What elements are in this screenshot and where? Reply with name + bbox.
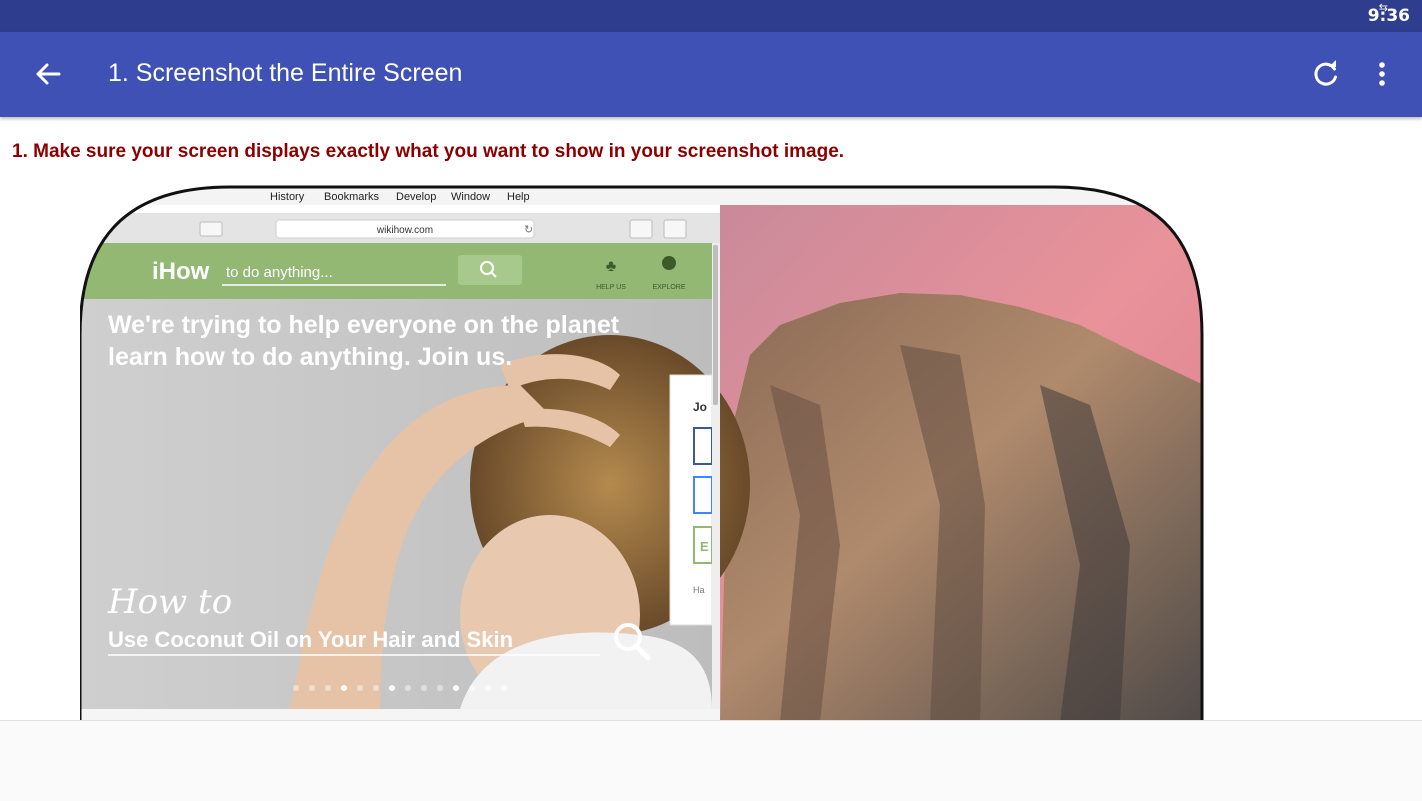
menu-bar-help: Help	[507, 191, 530, 203]
step-illustration: History Bookmarks Develop Window Help wi…	[80, 185, 1204, 722]
carousel-dot	[341, 685, 347, 691]
browser-tabs-icon	[663, 219, 687, 239]
status-bar: ⇆ 9:36	[0, 0, 1422, 32]
carousel-dot	[485, 685, 491, 691]
carousel-dot	[453, 685, 459, 691]
popup-heading: Jo	[693, 400, 707, 414]
overflow-menu-button[interactable]	[1362, 54, 1402, 94]
help-us-label: HELP US	[596, 284, 626, 291]
app-toolbar: 1. Screenshot the Entire Screen	[0, 32, 1422, 117]
browser-share-icon	[629, 219, 653, 239]
menu-bar-bookmarks: Bookmarks	[324, 191, 380, 203]
arrow-back-icon	[36, 63, 61, 85]
carousel-dot	[405, 685, 411, 691]
sprout-icon: ♣	[606, 258, 617, 275]
hero-line-1: We're trying to help everyone on the pla…	[108, 311, 620, 339]
browser-scrollbar	[713, 245, 718, 405]
carousel-dot	[373, 685, 379, 691]
menu-bar-history: History	[270, 191, 305, 203]
more-vert-icon	[1379, 62, 1385, 86]
carousel-dot	[309, 685, 315, 691]
back-button[interactable]	[26, 52, 70, 96]
popup-footer: Ha	[693, 585, 705, 595]
menu-bar-window: Window	[451, 191, 490, 203]
browser-reload-icon: ↻	[524, 224, 533, 236]
refresh-button[interactable]	[1306, 54, 1346, 94]
carousel-dot	[469, 685, 475, 691]
carousel-dot	[501, 685, 507, 691]
compass-icon	[662, 256, 676, 270]
site-logo: iHow	[152, 258, 210, 285]
browser-url: wikihow.com	[376, 225, 433, 236]
site-search-button	[458, 255, 522, 285]
refresh-icon	[1314, 60, 1337, 86]
carousel-dot	[437, 685, 443, 691]
status-time: 9:36	[1367, 6, 1410, 26]
carousel-dot	[293, 685, 299, 691]
howto-title: Use Coconut Oil on Your Hair and Skin	[108, 627, 513, 652]
explore-label: EXPLORE	[652, 284, 685, 291]
carousel-dot	[421, 685, 427, 691]
howto-script: How to	[107, 582, 232, 622]
hero-line-2: learn how to do anything. Join us.	[108, 343, 512, 371]
bottom-panel	[0, 720, 1422, 801]
step-instruction: 1. Make sure your screen displays exactl…	[12, 141, 845, 162]
popup-letter: E	[700, 539, 709, 554]
carousel-dot	[325, 685, 331, 691]
carousel-dot	[357, 685, 363, 691]
menu-bar-develop: Develop	[396, 191, 436, 203]
site-search-placeholder: to do anything...	[226, 264, 333, 281]
browser-sidebar-icon	[199, 221, 223, 237]
carousel-dot	[389, 685, 395, 691]
page-title: 1. Screenshot the Entire Screen	[108, 59, 463, 87]
